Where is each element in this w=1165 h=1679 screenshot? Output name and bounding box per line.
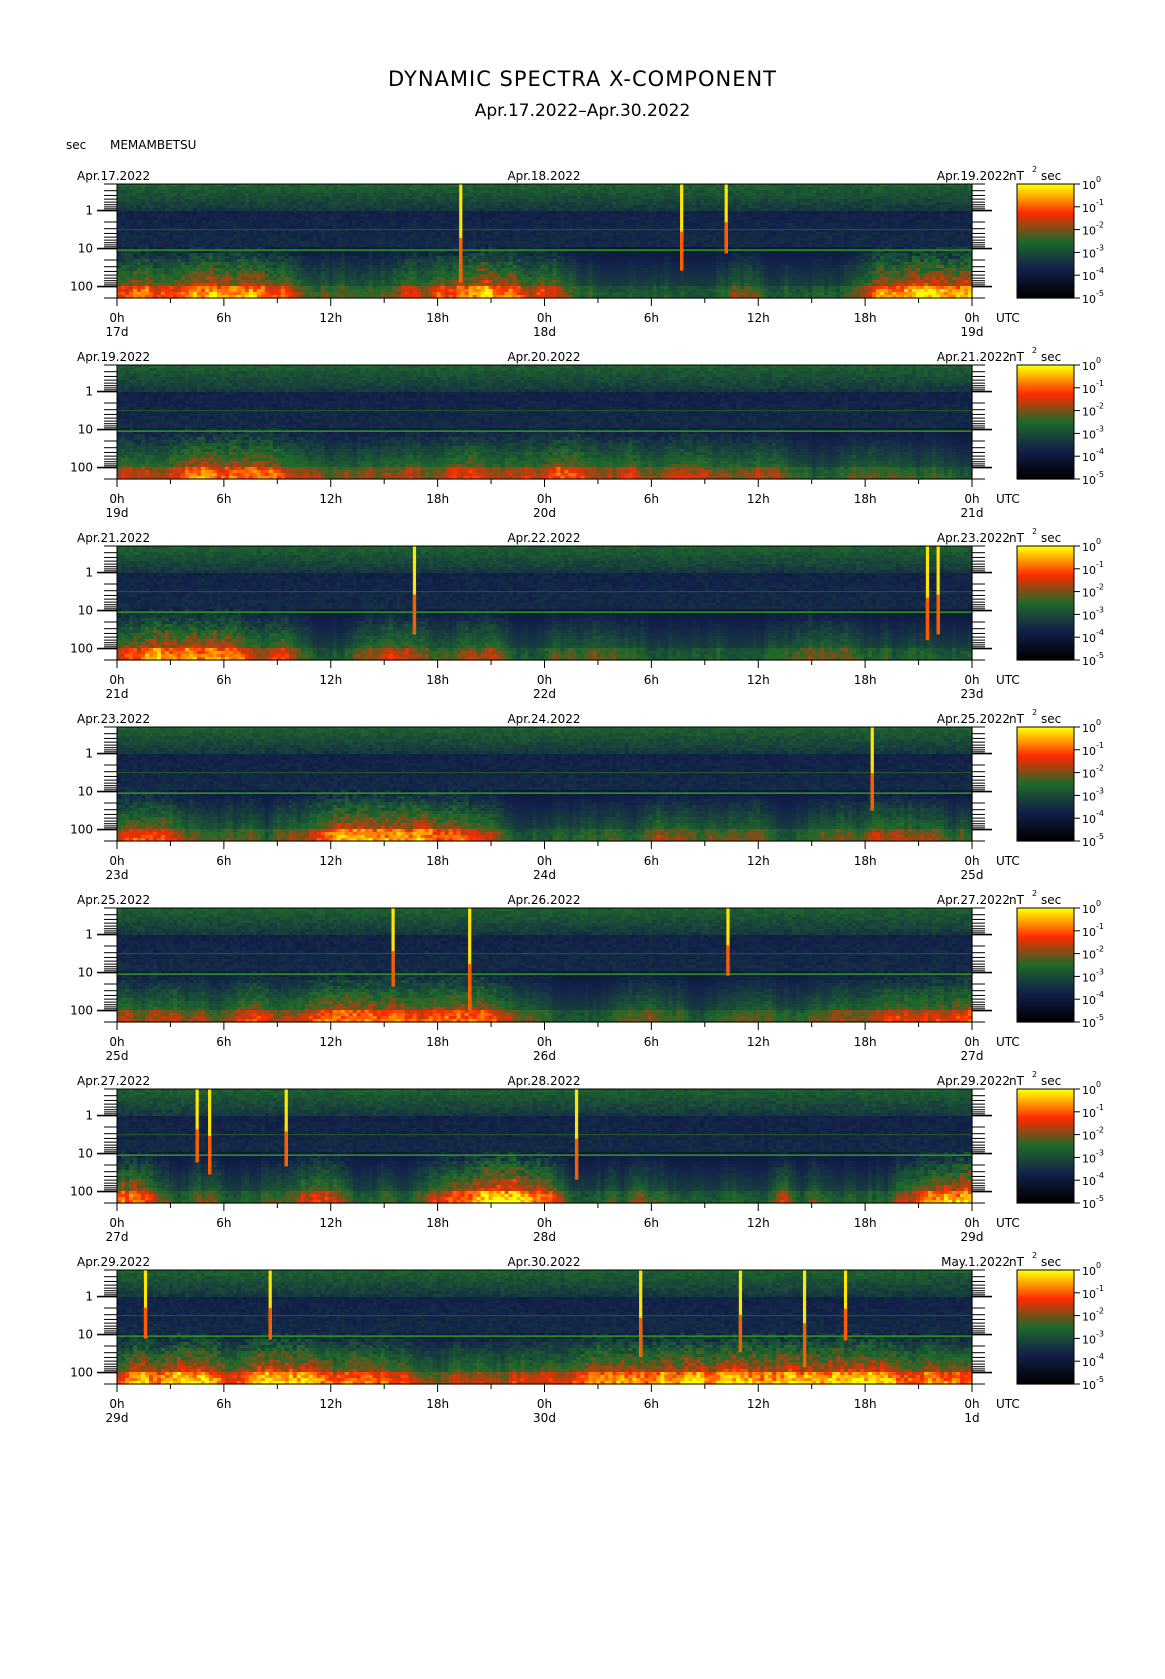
panel-end-date: Apr.19.2022: [937, 169, 1010, 183]
panel-mid-date: Apr.18.2022: [507, 169, 580, 183]
spectrogram-panel-1: Apr.17.2022 Apr.18.2022 Apr.19.20221101000…: [70, 165, 1104, 339]
panel-start-date: Apr.17.2022: [77, 169, 150, 183]
spectra-figure: Apr.17.2022 Apr.18.2022 Apr.19.20221101000…: [0, 0, 1165, 1679]
spectrogram-cells: [117, 184, 973, 299]
